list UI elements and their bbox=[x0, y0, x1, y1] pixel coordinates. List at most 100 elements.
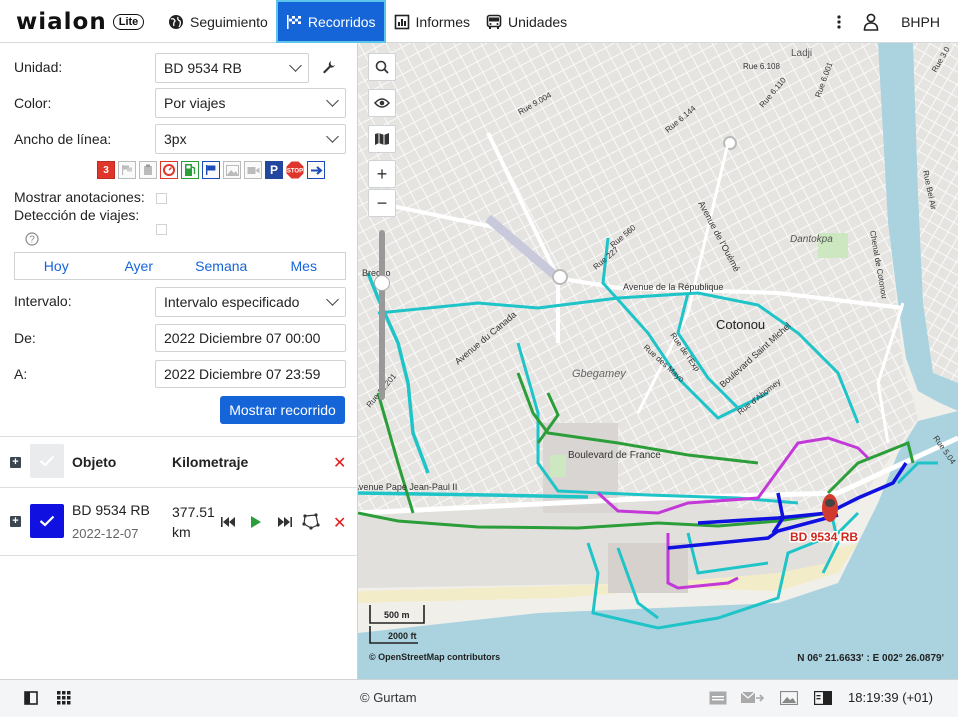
map-attribution[interactable]: © OpenStreetMap contributors bbox=[369, 652, 500, 662]
status-bar: © Gurtam 18:19:39 (+01) bbox=[0, 679, 958, 717]
col-object[interactable]: Objeto bbox=[72, 454, 116, 470]
unit-car-window bbox=[825, 499, 835, 507]
map-type-button[interactable] bbox=[368, 125, 396, 153]
play-icon[interactable] bbox=[250, 515, 262, 529]
map-layers-visibility-button[interactable] bbox=[368, 89, 396, 117]
trips-label: Detección de viajes: bbox=[14, 207, 140, 223]
zoom-slider-track[interactable] bbox=[379, 230, 385, 400]
to-date-input[interactable]: 2022 Diciembre 07 23:59 bbox=[155, 360, 346, 388]
notifications-icon[interactable] bbox=[709, 691, 727, 705]
stop-sign-icon: STOP bbox=[286, 161, 304, 179]
image-gray-icon bbox=[225, 164, 239, 176]
track-checkbox[interactable] bbox=[30, 504, 64, 538]
wrench-icon[interactable] bbox=[322, 60, 336, 74]
track-km-value: 377.51 bbox=[172, 504, 215, 520]
clear-all-close-icon[interactable]: ✕ bbox=[333, 453, 346, 473]
clipboard-icon[interactable] bbox=[139, 161, 157, 179]
unit-map-label[interactable]: BD 9534 RB bbox=[789, 529, 860, 546]
nav-seguimiento-label: Seguimiento bbox=[190, 13, 268, 30]
zoom-slider-handle[interactable] bbox=[374, 275, 390, 291]
fast-forward-icon[interactable] bbox=[278, 517, 292, 527]
roundabout bbox=[552, 269, 568, 285]
expand-all-icon[interactable]: + bbox=[10, 457, 21, 468]
period-ayer[interactable]: Ayer bbox=[98, 253, 181, 279]
color-select[interactable]: Por viajes bbox=[155, 88, 346, 118]
svg-text:?: ? bbox=[29, 235, 35, 246]
polygon-icon[interactable] bbox=[302, 513, 320, 530]
table-top-divider bbox=[0, 436, 358, 437]
stop-badge: STOP bbox=[287, 169, 303, 175]
delete-track-close-icon[interactable]: ✕ bbox=[333, 513, 346, 533]
to-label: A: bbox=[14, 366, 28, 382]
zoom-out-button[interactable]: − bbox=[368, 189, 396, 217]
label-r6108: Rue 6.108 bbox=[743, 62, 780, 71]
minus-icon: − bbox=[376, 192, 388, 213]
bus-icon bbox=[486, 14, 502, 29]
label-ladji: Ladji bbox=[791, 48, 812, 59]
stop-icon[interactable]: STOP bbox=[286, 161, 304, 179]
table-row-divider bbox=[0, 555, 358, 556]
parking-icon[interactable]: P bbox=[265, 161, 283, 179]
period-mes[interactable]: Mes bbox=[263, 253, 346, 279]
main-nav: Seguimiento Recorridos Informes Unidades bbox=[160, 0, 575, 43]
more-vertical-icon[interactable] bbox=[837, 14, 841, 29]
interval-value: Intervalo especificado bbox=[164, 294, 300, 310]
events-count-icon[interactable]: 3 bbox=[97, 161, 115, 179]
arrow-icon[interactable] bbox=[307, 161, 325, 179]
plus-icon: + bbox=[376, 163, 388, 184]
from-date-input[interactable]: 2022 Diciembre 07 00:00 bbox=[155, 324, 346, 352]
fuel-icon[interactable] bbox=[181, 161, 199, 179]
video-icon[interactable] bbox=[244, 161, 262, 179]
label-dantokpa: Dantokpa bbox=[790, 234, 833, 245]
city-blocks bbox=[358, 43, 918, 513]
select-all-checkbox[interactable] bbox=[30, 444, 64, 478]
period-hoy[interactable]: Hoy bbox=[15, 253, 98, 279]
app-logo[interactable]: wialon Lite bbox=[16, 8, 145, 36]
label-av-rep: Avenue de la République bbox=[623, 282, 723, 292]
annotations-checkbox[interactable] bbox=[156, 193, 167, 204]
nav-seguimiento[interactable]: Seguimiento bbox=[160, 0, 276, 43]
map-search-button[interactable] bbox=[368, 53, 396, 81]
speed-icon[interactable] bbox=[160, 161, 178, 179]
unit-label: Unidad: bbox=[14, 59, 63, 75]
unit-select[interactable]: BD 9534 RB bbox=[155, 53, 309, 83]
eye-icon bbox=[374, 98, 390, 108]
rewind-icon[interactable] bbox=[221, 517, 235, 527]
show-track-label: Mostrar recorrido bbox=[229, 402, 336, 418]
unit-car-icon[interactable] bbox=[822, 494, 838, 522]
image-icon[interactable] bbox=[223, 161, 241, 179]
show-track-button[interactable]: Mostrar recorrido bbox=[220, 396, 345, 424]
dual-panel-icon[interactable] bbox=[814, 691, 832, 705]
flag-icon[interactable] bbox=[202, 161, 220, 179]
toggle-panel-icon[interactable] bbox=[24, 691, 38, 705]
nav-unidades[interactable]: Unidades bbox=[478, 0, 575, 43]
cursor-coords: N 06° 21.6633' : E 002° 26.0879' bbox=[797, 653, 944, 664]
nav-informes[interactable]: Informes bbox=[386, 0, 478, 43]
interval-label: Intervalo: bbox=[14, 293, 72, 309]
annotations-label: Mostrar anotaciones: bbox=[14, 189, 145, 205]
apps-grid-icon[interactable] bbox=[57, 691, 71, 705]
col-mileage[interactable]: Kilometraje bbox=[172, 454, 248, 470]
user-icon[interactable] bbox=[863, 13, 879, 31]
scale-metric-label: 500 m bbox=[384, 610, 410, 620]
trips-checkbox[interactable] bbox=[156, 224, 167, 235]
user-name[interactable]: BHPH bbox=[901, 14, 940, 30]
zoom-in-button[interactable]: + bbox=[368, 160, 396, 188]
expand-row-icon[interactable]: + bbox=[10, 516, 21, 527]
clock: 18:19:39 (+01) bbox=[848, 690, 933, 705]
gallery-icon[interactable] bbox=[780, 691, 798, 705]
copyright[interactable]: © Gurtam bbox=[360, 690, 417, 705]
events-count-badge: 3 bbox=[103, 164, 109, 176]
messages-icon[interactable] bbox=[740, 691, 764, 705]
map-canvas[interactable]: Ladji Cotonou Dantokpa Gbegamey Boulevar… bbox=[358, 43, 958, 679]
flags-icon[interactable] bbox=[118, 161, 136, 179]
logo-badge: Lite bbox=[112, 14, 145, 30]
nav-recorridos[interactable]: Recorridos bbox=[275, 0, 386, 43]
period-semana[interactable]: Semana bbox=[180, 253, 263, 279]
map-view[interactable]: Ladji Cotonou Dantokpa Gbegamey Boulevar… bbox=[358, 43, 958, 679]
check-icon bbox=[39, 455, 55, 467]
line-width-select[interactable]: 3px bbox=[155, 124, 346, 154]
line-width-value: 3px bbox=[164, 131, 187, 147]
interval-select[interactable]: Intervalo especificado bbox=[155, 287, 346, 317]
help-icon[interactable]: ? bbox=[25, 232, 39, 246]
